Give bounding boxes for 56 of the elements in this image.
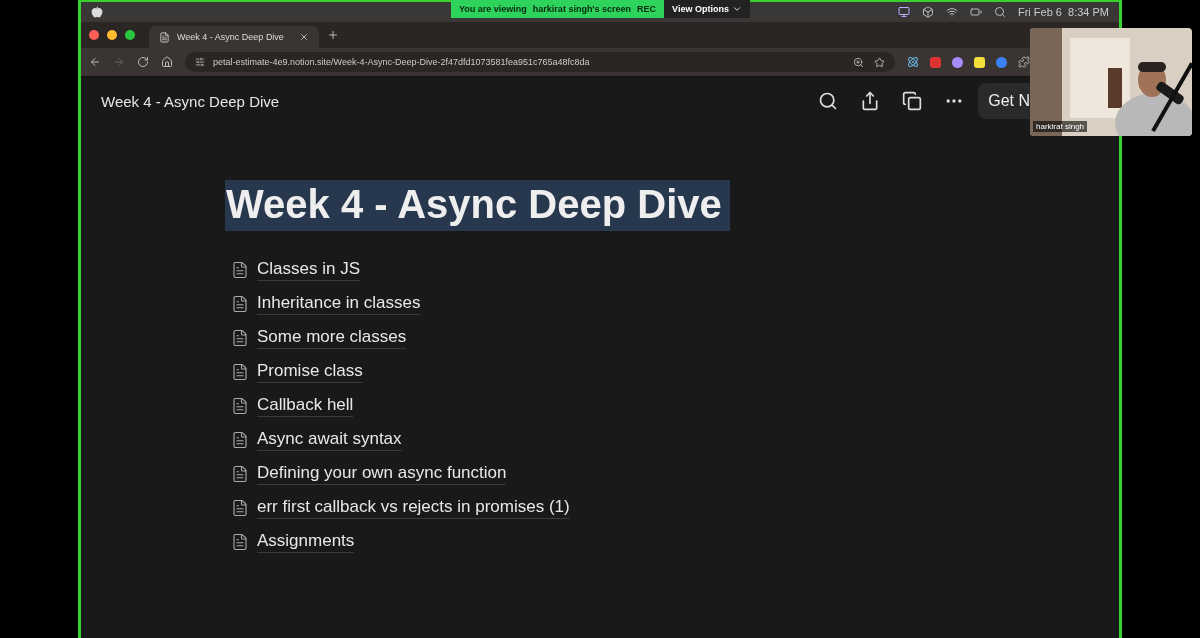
subpage-link[interactable]: err first callback vs rejects in promises (1) [231, 491, 1119, 525]
page-icon [231, 261, 249, 279]
box-icon[interactable] [921, 6, 934, 18]
zoom-icon[interactable] [853, 56, 864, 68]
page-icon [231, 533, 249, 551]
subpage-link[interactable]: Callback hell [231, 389, 1119, 423]
monitor-icon[interactable] [897, 6, 910, 18]
page-icon [231, 499, 249, 517]
page-icon [231, 465, 249, 483]
chevron-down-icon [731, 4, 742, 14]
duplicate-icon[interactable] [902, 91, 923, 111]
participant-name: harkirat singh [1033, 121, 1088, 132]
back-icon[interactable] [89, 56, 101, 68]
page-title: Week 4 - Async Deep Dive [225, 180, 730, 231]
page-icon [231, 363, 249, 381]
page-icon [231, 295, 249, 313]
browser-tab[interactable]: Week 4 - Async Deep Dive [149, 26, 319, 48]
close-icon[interactable] [299, 32, 309, 42]
battery-icon[interactable] [969, 6, 982, 18]
search-icon[interactable] [818, 91, 839, 111]
subpage-link[interactable]: Promise class [231, 355, 1119, 389]
subpage-link[interactable]: Defining your own async function [231, 457, 1119, 491]
view-options-button[interactable]: View Options [664, 0, 750, 18]
subpage-link[interactable]: Some more classes [231, 321, 1119, 355]
url-text: petal-estimate-4e9.notion.site/Week-4-Async-Deep-Dive-2f47dfd1073581fea951c765a48fc8da [213, 57, 590, 67]
subpage-link[interactable]: Async await syntax [231, 423, 1119, 457]
extension-icon[interactable] [974, 56, 985, 68]
page-breadcrumb[interactable]: Week 4 - Async Deep Dive [101, 92, 280, 110]
subpage-link[interactable]: Classes in JS [231, 253, 1119, 287]
clock-text: Fri Feb 6 8:34 PM [1017, 6, 1109, 18]
page-icon [159, 31, 170, 43]
subpage-link[interactable]: Inheritance in classes [231, 287, 1119, 321]
viewing-text: You are viewing [459, 4, 527, 14]
wifi-icon[interactable] [945, 6, 958, 18]
tab-title: Week 4 - Async Deep Dive [177, 32, 284, 42]
close-dot[interactable] [89, 30, 99, 40]
page-icon [231, 431, 249, 449]
minimize-dot[interactable] [107, 30, 117, 40]
star-icon[interactable] [874, 56, 885, 68]
home-icon[interactable] [161, 56, 173, 68]
new-tab-icon[interactable] [327, 29, 339, 41]
zoom-dot[interactable] [125, 30, 135, 40]
share-icon[interactable] [860, 91, 881, 111]
page-icon [231, 397, 249, 415]
url-field[interactable]: petal-estimate-4e9.notion.site/Week-4-Async-Deep-Dive-2f47dfd1073581fea951c765a48fc8da [185, 52, 895, 72]
puzzle-icon[interactable] [1018, 56, 1030, 68]
sliders-icon[interactable] [195, 57, 205, 67]
subpage-link[interactable]: Assignments [231, 525, 1119, 559]
get-notion-button[interactable]: Get N [978, 83, 1032, 119]
rec-text: REC [637, 4, 657, 14]
apple-icon[interactable] [91, 6, 103, 18]
page-icon [231, 329, 249, 347]
atom-icon[interactable] [907, 56, 919, 68]
presenter-text: harkirat singh's screen [532, 4, 632, 14]
extension-icon[interactable] [952, 56, 963, 68]
reload-icon[interactable] [137, 56, 149, 68]
